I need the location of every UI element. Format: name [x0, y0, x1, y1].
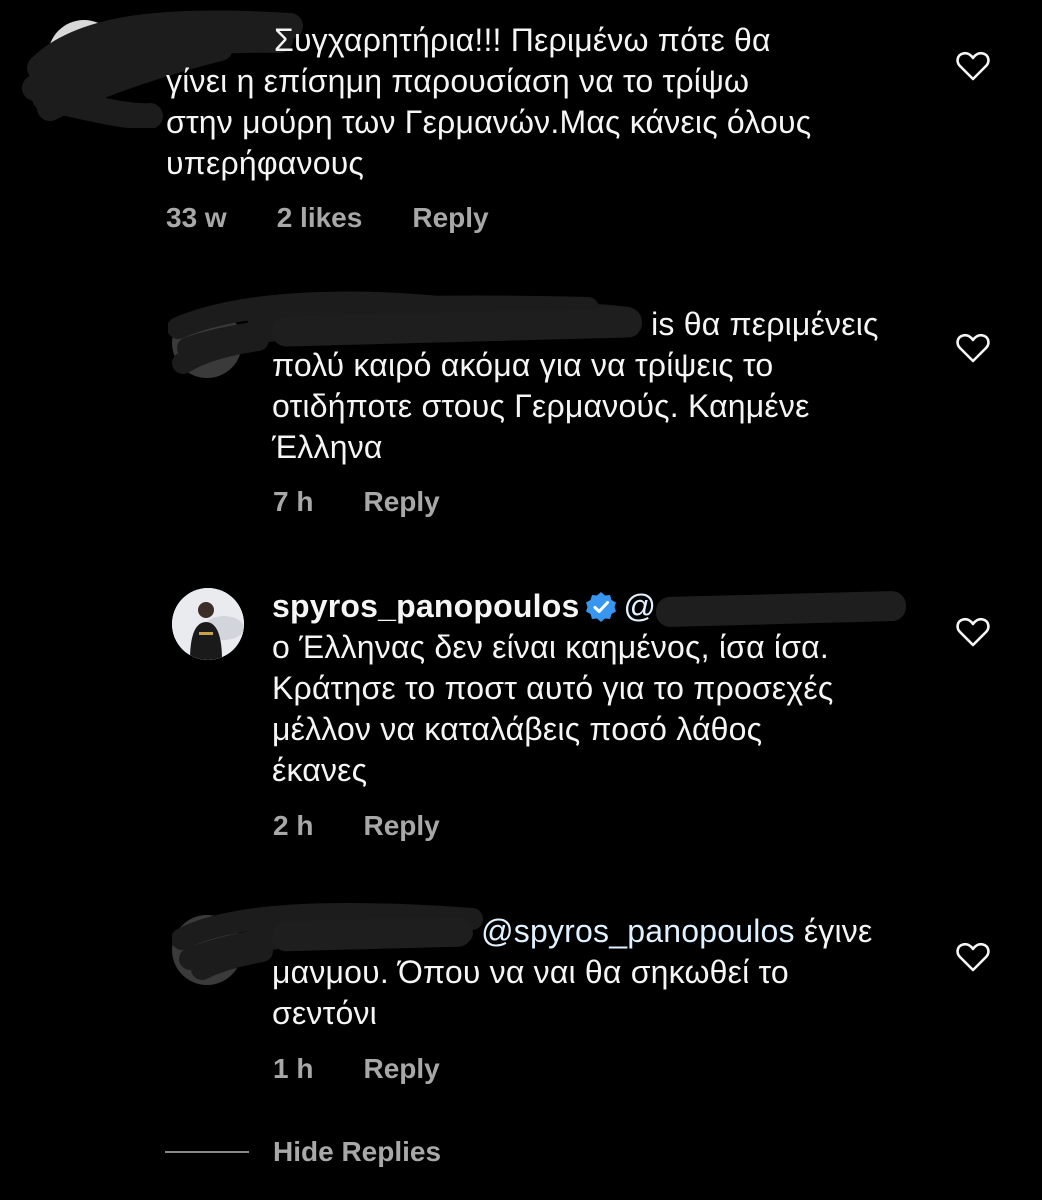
heart-outline-icon[interactable]	[956, 616, 990, 648]
comment-mention[interactable]: @spyros_panopoulos	[481, 913, 795, 949]
comment-4: @spyros_panopoulos έγινε μανμου. Όπου να…	[0, 895, 1042, 1095]
heart-outline-icon[interactable]	[956, 941, 990, 973]
comment-line: πολύ καιρό ακόμα για να τρίψεις το	[272, 347, 774, 383]
comment-line: έγινε	[803, 913, 873, 949]
comment-line: μανμου. Όπου να ναι θα σηκωθεί το	[272, 954, 789, 990]
reply-button[interactable]: Reply	[363, 486, 439, 518]
comment-meta: 2 h Reply	[273, 810, 440, 842]
comment-line: is θα περιμένεις	[651, 306, 879, 342]
avatar[interactable]	[172, 588, 244, 660]
comment-likes[interactable]: 2 likes	[277, 202, 363, 234]
comment-line: Συγχαρητήρια!!! Περιμένω πότε θα	[274, 22, 771, 58]
comment-2: is θα περιμένεις πολύ καιρό ακόμα για να…	[0, 280, 1042, 540]
comment-line: Κράτησε το ποστ αυτό για το προσεχές	[272, 670, 834, 706]
comment-line: μέλλον να καταλάβεις ποσό λάθος	[272, 711, 763, 747]
comment-text: @spyros_panopoulos έγινε μανμου. Όπου να…	[271, 911, 972, 1034]
comment-time: 2 h	[273, 810, 314, 841]
redacted-username	[271, 915, 473, 952]
comment-line: σεντόνι	[272, 995, 377, 1031]
profile-photo-icon	[172, 588, 244, 660]
comment-mention[interactable]: @	[623, 588, 656, 624]
comment-line: γίνει η επίσημη παρουσίαση να το τρίψω	[166, 63, 750, 99]
comment-text: spyros_panopoulos @ ο Έλληνας δεν είναι κ…	[272, 586, 972, 791]
comment-3: spyros_panopoulos @ ο Έλληνας δεν είναι κ…	[0, 570, 1042, 860]
heart-outline-icon[interactable]	[956, 332, 990, 364]
divider	[165, 1151, 249, 1153]
comment-1: Συγχαρητήρια!!! Περιμένω πότε θα γίνει η…	[0, 0, 1042, 260]
comment-line: οτιδήποτε στους Γερμανούς. Καημένε	[272, 388, 810, 424]
comment-line: Έλληνα	[272, 429, 383, 465]
reply-button[interactable]: Reply	[363, 810, 439, 842]
comment-line: έκανες	[272, 752, 368, 788]
comment-text: γίνει η επίσημη παρουσίαση να το τρίψω σ…	[166, 61, 926, 184]
redacted-username	[271, 306, 643, 347]
verified-badge-icon	[586, 592, 617, 622]
hide-replies-label[interactable]: Hide Replies	[273, 1136, 441, 1168]
comment-meta: 33 w 2 likes Reply	[166, 202, 489, 234]
comment-line: ο Έλληνας δεν είναι καημένος, ίσα ίσα.	[272, 629, 829, 665]
comment-line: υπερήφανους	[166, 145, 365, 181]
comment-time: 33 w	[166, 202, 227, 233]
comment-meta: 1 h Reply	[273, 1053, 440, 1085]
comment-time: 1 h	[273, 1053, 314, 1084]
comment-meta: 7 h Reply	[273, 486, 440, 518]
comment-text: is θα περιμένεις πολύ καιρό ακόμα για να…	[271, 304, 952, 468]
comment-line: στην μούρη των Γερμανών.Μας κάνεις όλους	[166, 104, 812, 140]
hide-replies-button[interactable]: Hide Replies	[165, 1136, 441, 1168]
comment-username[interactable]: spyros_panopoulos	[272, 588, 579, 624]
redacted-mention	[655, 590, 907, 627]
reply-button[interactable]: Reply	[412, 202, 488, 234]
comment-time: 7 h	[273, 486, 314, 517]
comment-text: Συγχαρητήρια!!! Περιμένω πότε θα	[274, 20, 954, 61]
heart-outline-icon[interactable]	[956, 50, 990, 82]
reply-button[interactable]: Reply	[363, 1053, 439, 1085]
